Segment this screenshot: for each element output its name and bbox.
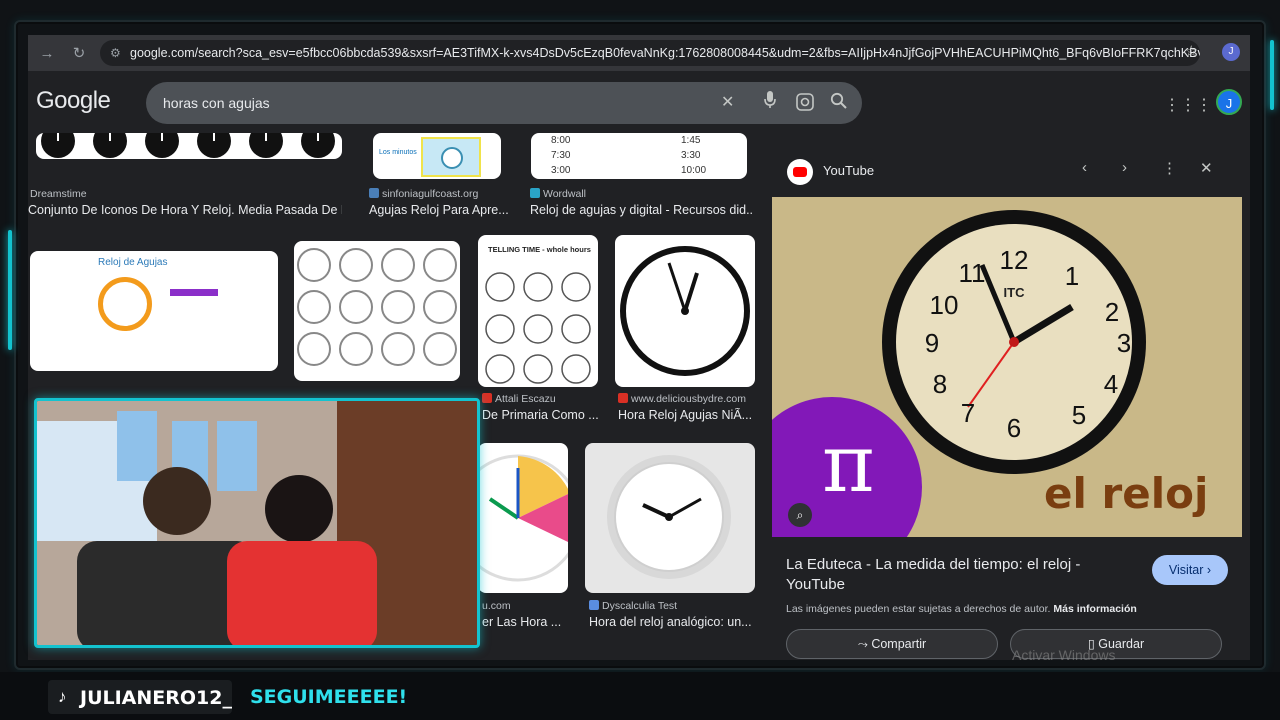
search-input[interactable]: horas con agujas	[163, 95, 270, 111]
result-thumb-dyscalculia-clock[interactable]	[585, 443, 755, 593]
reload-icon[interactable]: ↻	[66, 40, 92, 66]
stream-frame: → ↻ ⚙ google.com/search?sca_esv=e5fbcc06…	[0, 0, 1280, 720]
panel-header: YouTube ‹ › ⋮ ✕	[772, 147, 1242, 193]
bookmark-star-icon[interactable]: ☆	[1185, 42, 1198, 60]
webcam-overlay	[34, 398, 480, 648]
search-box[interactable]: horas con agujas ✕	[146, 82, 862, 124]
result-thumb-sinfonia[interactable]: Los minutos	[373, 133, 501, 179]
clear-icon[interactable]: ✕	[721, 92, 734, 112]
result-source-3[interactable]: Wordwall	[530, 188, 586, 200]
time-label-4: 1:45	[681, 135, 701, 146]
microphone-icon[interactable]	[764, 91, 776, 114]
time-label-1: 8:00	[551, 135, 571, 146]
next-icon[interactable]: ›	[1122, 159, 1127, 176]
pi-symbol: π	[822, 417, 875, 510]
address-bar-row: → ↻ ⚙ google.com/search?sca_esv=e5fbcc06…	[28, 35, 1250, 71]
share-icon: ⤳	[857, 637, 868, 651]
copyright-notice: Las imágenes pueden estar sujetas a dere…	[786, 603, 1137, 615]
svg-text:8: 8	[933, 369, 947, 399]
favicon-icon	[530, 188, 540, 198]
close-panel-icon[interactable]: ✕	[1200, 159, 1213, 177]
site-info-icon[interactable]: ⚙	[110, 40, 121, 66]
favicon-icon	[589, 600, 599, 610]
forward-icon[interactable]: →	[34, 40, 60, 66]
time-label-5: 3:30	[681, 150, 701, 161]
result-title-5[interactable]: Hora Reloj Agujas NiÃ...	[618, 408, 758, 422]
favicon-icon	[618, 393, 628, 403]
result-source-2[interactable]: sinfoniagulfcoast.org	[369, 188, 478, 200]
more-options-icon[interactable]: ⋮	[1162, 159, 1177, 177]
lens-icon[interactable]	[796, 93, 814, 116]
svg-text:11: 11	[959, 258, 986, 288]
time-label-6: 10:00	[681, 165, 707, 176]
frame-accent-right	[1270, 40, 1274, 110]
apps-grid-icon[interactable]: ⋮⋮⋮	[1164, 95, 1212, 115]
account-avatar[interactable]: J	[1216, 89, 1242, 115]
panel-source[interactable]: YouTube	[823, 163, 874, 178]
search-icon[interactable]	[830, 92, 847, 114]
svg-text:10: 10	[930, 290, 959, 320]
more-info-link[interactable]: Más información	[1053, 603, 1136, 615]
preview-overlay-text: el reloj	[1044, 469, 1209, 518]
result-thumb-colorful-clock[interactable]	[478, 443, 568, 593]
url-field[interactable]: ⚙ google.com/search?sca_esv=e5fbcc06bbcd…	[100, 40, 1200, 66]
svg-text:7: 7	[961, 398, 975, 428]
google-logo[interactable]: Google	[36, 87, 111, 115]
result-title-3[interactable]: Reloj de agujas y digital - Recursos did…	[530, 203, 752, 217]
image-preview-panel: YouTube ‹ › ⋮ ✕ 12 1 2 3 4 5 6 7 8 9 10 11	[772, 147, 1242, 660]
colored-clock	[98, 277, 152, 331]
result-title-6[interactable]: er Las Hora ...	[482, 615, 568, 629]
svg-text:12: 12	[1000, 245, 1029, 275]
handle-box: ♪ JULIANERO12_	[48, 680, 232, 714]
google-header: Google horas con agujas ✕ ⋮⋮⋮ J	[28, 71, 1250, 133]
youtube-logo-icon	[787, 159, 813, 185]
result-source-5[interactable]: www.deliciousbydre.com	[618, 393, 746, 405]
share-button[interactable]: ⤳ Compartir	[786, 629, 998, 659]
result-source-6[interactable]: u.com	[482, 600, 511, 612]
panel-title[interactable]: La Eduteca - La medida del tiempo: el re…	[786, 555, 1106, 595]
result-title-2[interactable]: Agujas Reloj Para Apre...	[369, 203, 509, 217]
result-thumb-wordwall[interactable]: 8:00 7:30 3:00 1:45 3:30 10:00	[531, 133, 747, 179]
clock-brand-label: ITC	[1003, 285, 1025, 300]
result-thumb-reloj-agujas[interactable]: Reloj de Agujas	[30, 251, 278, 371]
minutos-label: Los minutos	[379, 149, 417, 156]
result-source-4[interactable]: Attali Escazu	[482, 393, 556, 405]
tiktok-icon: ♪	[58, 687, 67, 706]
frame-accent-left	[8, 230, 12, 350]
browser-profile-avatar[interactable]: J	[1222, 43, 1240, 61]
svg-text:4: 4	[1104, 369, 1118, 399]
preview-image[interactable]: 12 1 2 3 4 5 6 7 8 9 10 11 ITC π el reloj ⌕	[772, 197, 1242, 537]
result-thumb-telling-time[interactable]: TELLING TIME - whole hours	[478, 235, 598, 387]
favicon-icon	[369, 188, 379, 198]
svg-text:9: 9	[925, 328, 939, 358]
result-source-1[interactable]: Dreamstime	[30, 188, 87, 200]
svg-text:3: 3	[1117, 328, 1131, 358]
svg-text:6: 6	[1007, 413, 1021, 443]
stream-bottom-bar: ♪ JULIANERO12_ SEGUIMEEEEE!	[0, 672, 1280, 720]
time-label-2: 7:30	[551, 150, 571, 161]
result-title-4[interactable]: De Primaria Como ...	[482, 408, 602, 422]
windows-watermark: Activar Windows	[1012, 647, 1116, 660]
result-thumb-clock-grid[interactable]	[294, 241, 460, 381]
stream-slogan: SEGUIMEEEEE!	[250, 686, 408, 708]
result-source-7[interactable]: Dyscalculia Test	[589, 600, 677, 612]
svg-text:2: 2	[1105, 297, 1119, 327]
svg-text:1: 1	[1065, 261, 1079, 291]
streamer-handle: JULIANERO12_	[80, 687, 232, 709]
sinfonia-clock-chart	[421, 137, 481, 177]
previous-icon[interactable]: ‹	[1082, 159, 1087, 176]
result-thumb-dreamstime[interactable]	[36, 133, 342, 159]
favicon-icon	[482, 393, 492, 403]
result-thumb-delicious-clock[interactable]	[615, 235, 755, 387]
lens-search-icon[interactable]: ⌕	[788, 503, 812, 527]
url-text: google.com/search?sca_esv=e5fbcc06bbcda5…	[130, 46, 1200, 60]
svg-text:5: 5	[1072, 400, 1086, 430]
result-title-1[interactable]: Conjunto De Iconos De Hora Y Reloj. Medi…	[28, 203, 342, 217]
visit-button[interactable]: Visitar ›	[1152, 555, 1228, 585]
time-label-3: 3:00	[551, 165, 571, 176]
reloj-agujas-title: Reloj de Agujas	[98, 257, 168, 268]
result-title-7[interactable]: Hora del reloj analógico: un...	[589, 615, 757, 629]
